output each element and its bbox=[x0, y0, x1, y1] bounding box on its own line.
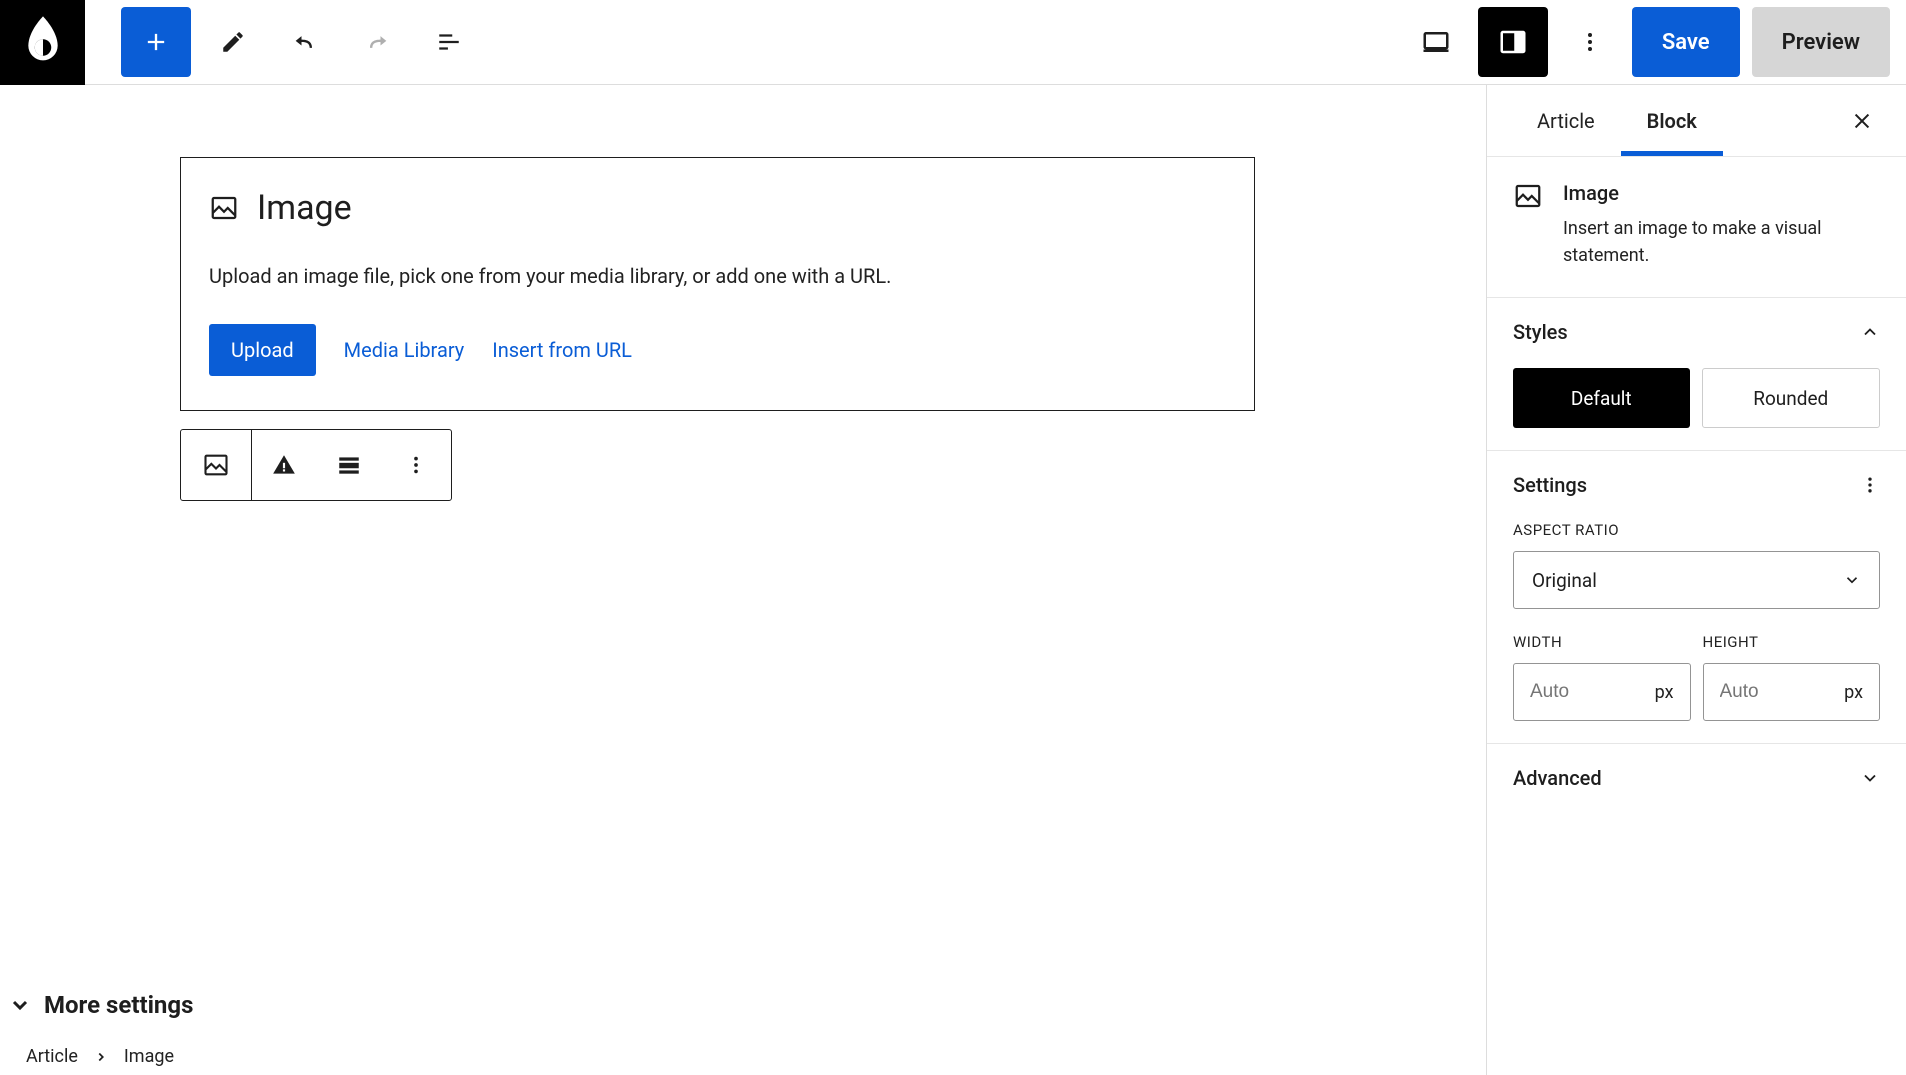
styles-section: Styles Default Rounded bbox=[1487, 298, 1906, 451]
image-icon bbox=[209, 193, 239, 223]
breadcrumb-root[interactable]: Article bbox=[26, 1046, 78, 1067]
block-width-button[interactable] bbox=[329, 445, 369, 485]
image-block-placeholder[interactable]: Image Upload an image file, pick one fro… bbox=[180, 157, 1255, 411]
redo-button[interactable] bbox=[347, 12, 407, 72]
height-label: HEIGHT bbox=[1703, 633, 1881, 651]
triangle-warning-icon bbox=[271, 452, 297, 478]
settings-sidebar: Article Block Image Insert an image to m… bbox=[1486, 85, 1906, 1075]
more-settings-label: More settings bbox=[44, 991, 193, 1019]
outline-icon bbox=[436, 29, 462, 55]
more-settings-toggle[interactable]: More settings bbox=[0, 973, 1486, 1075]
block-floating-toolbar bbox=[180, 429, 452, 501]
dots-vertical-icon bbox=[1578, 30, 1602, 54]
height-input-wrap: px bbox=[1703, 663, 1881, 721]
dots-vertical-icon bbox=[1860, 475, 1880, 495]
align-full-icon bbox=[336, 452, 362, 478]
advanced-section-toggle[interactable]: Advanced bbox=[1513, 766, 1880, 790]
insert-from-url-link[interactable]: Insert from URL bbox=[492, 338, 632, 362]
preview-button[interactable]: Preview bbox=[1752, 7, 1890, 77]
width-label: WIDTH bbox=[1513, 633, 1691, 651]
app-logo[interactable] bbox=[0, 0, 85, 85]
undo-button[interactable] bbox=[275, 12, 335, 72]
dimensions-row: WIDTH px HEIGHT px bbox=[1513, 633, 1880, 721]
undo-icon bbox=[291, 28, 319, 56]
block-more-button[interactable] bbox=[381, 430, 451, 500]
view-desktop-button[interactable] bbox=[1406, 12, 1466, 72]
breadcrumb: Article Image bbox=[26, 1046, 174, 1067]
settings-more-button[interactable] bbox=[1860, 475, 1880, 495]
styles-heading: Styles bbox=[1513, 320, 1568, 344]
chevron-down-icon bbox=[1860, 768, 1880, 788]
aspect-ratio-select[interactable]: Original bbox=[1513, 551, 1880, 609]
desktop-icon bbox=[1421, 27, 1451, 57]
sidebar-block-title: Image bbox=[1563, 181, 1880, 205]
more-options-button[interactable] bbox=[1560, 12, 1620, 72]
settings-section: Settings ASPECT RATIO Original bbox=[1487, 451, 1906, 744]
document-outline-button[interactable] bbox=[419, 12, 479, 72]
image-block-header: Image bbox=[209, 188, 1226, 228]
style-options: Default Rounded bbox=[1513, 368, 1880, 428]
close-icon bbox=[1851, 110, 1873, 132]
image-icon bbox=[202, 451, 230, 479]
redo-icon bbox=[363, 28, 391, 56]
width-input-wrap: px bbox=[1513, 663, 1691, 721]
width-input[interactable] bbox=[1530, 681, 1655, 703]
styles-section-toggle[interactable]: Styles bbox=[1513, 320, 1880, 344]
chevron-down-icon bbox=[8, 993, 32, 1017]
aspect-ratio-value: Original bbox=[1532, 569, 1597, 592]
style-option-default[interactable]: Default bbox=[1513, 368, 1690, 428]
style-option-rounded[interactable]: Rounded bbox=[1702, 368, 1881, 428]
dots-vertical-icon bbox=[405, 454, 427, 476]
toolbar-right: Save Preview bbox=[1406, 7, 1890, 77]
main-area: Image Upload an image file, pick one fro… bbox=[0, 85, 1906, 1075]
aspect-ratio-label: ASPECT RATIO bbox=[1513, 521, 1880, 539]
sidebar-block-description: Insert an image to make a visual stateme… bbox=[1563, 215, 1880, 269]
add-block-button[interactable] bbox=[121, 7, 191, 77]
save-button[interactable]: Save bbox=[1632, 7, 1740, 77]
width-unit[interactable]: px bbox=[1655, 682, 1674, 703]
tab-article[interactable]: Article bbox=[1511, 87, 1621, 155]
height-input[interactable] bbox=[1720, 681, 1845, 703]
block-align-group bbox=[251, 430, 381, 500]
close-sidebar-button[interactable] bbox=[1842, 101, 1882, 141]
advanced-section: Advanced bbox=[1487, 744, 1906, 812]
sidebar-tabs: Article Block bbox=[1487, 85, 1906, 157]
image-block-description: Upload an image file, pick one from your… bbox=[209, 264, 1226, 288]
plus-icon bbox=[142, 28, 170, 56]
settings-section-heading: Settings bbox=[1513, 473, 1880, 497]
settings-heading-label: Settings bbox=[1513, 473, 1587, 497]
top-toolbar: Save Preview bbox=[0, 0, 1906, 85]
block-type-button[interactable] bbox=[181, 430, 251, 500]
height-unit[interactable]: px bbox=[1844, 682, 1863, 703]
toolbar-left bbox=[85, 7, 479, 77]
image-block-actions: Upload Media Library Insert from URL bbox=[209, 324, 1226, 376]
image-icon bbox=[1513, 181, 1543, 269]
chevron-right-icon bbox=[94, 1050, 108, 1064]
drupal-icon bbox=[21, 16, 65, 68]
edit-tool-button[interactable] bbox=[203, 12, 263, 72]
pencil-icon bbox=[220, 29, 246, 55]
chevron-down-icon bbox=[1843, 571, 1861, 589]
tab-block[interactable]: Block bbox=[1621, 87, 1723, 155]
media-library-link[interactable]: Media Library bbox=[344, 338, 465, 362]
editor-canvas[interactable]: Image Upload an image file, pick one fro… bbox=[0, 85, 1486, 1075]
breadcrumb-current: Image bbox=[124, 1046, 174, 1067]
sidebar-block-header: Image Insert an image to make a visual s… bbox=[1487, 157, 1906, 298]
upload-button[interactable]: Upload bbox=[209, 324, 316, 376]
block-align-button[interactable] bbox=[264, 445, 304, 485]
toggle-sidebar-button[interactable] bbox=[1478, 7, 1548, 77]
image-block-title: Image bbox=[257, 188, 352, 228]
advanced-heading: Advanced bbox=[1513, 766, 1602, 790]
chevron-up-icon bbox=[1860, 322, 1880, 342]
sidebar-icon bbox=[1498, 27, 1528, 57]
